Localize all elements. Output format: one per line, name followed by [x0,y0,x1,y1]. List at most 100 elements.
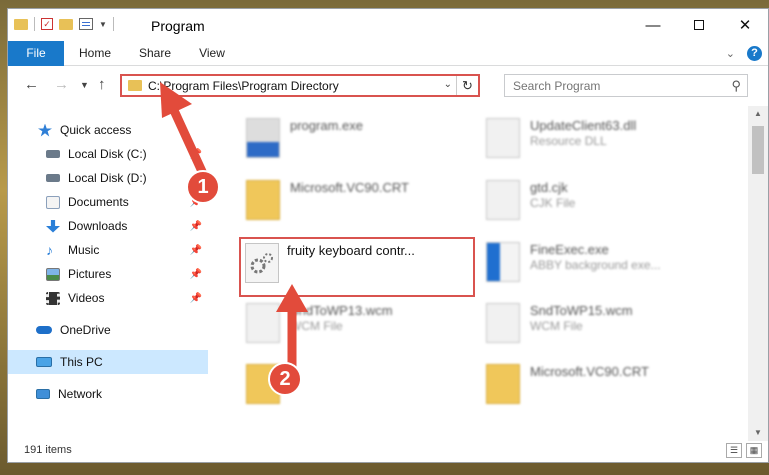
gear-file-icon [245,243,279,283]
divider [112,17,114,31]
sidebar-item-onedrive[interactable]: OneDrive [8,318,208,342]
folder-file-icon [486,364,520,404]
explorer-window: ✓ ▼ Program — ✕ File Home Share View ⌄ ?… [7,8,769,463]
drive-icon [46,174,60,182]
file-name: UpdateClient63.dll [530,118,637,133]
large-icons-view-icon[interactable]: ▦ [746,443,762,458]
sidebar-item-documents[interactable]: Documents 📌 [8,190,208,214]
cloud-icon [36,326,52,334]
ribbon-right-controls: ⌄ ? [726,46,762,61]
documents-icon [46,195,60,209]
status-bar: 191 items ☰ ▦ [8,440,768,462]
refresh-icon[interactable]: ↻ [456,76,478,95]
file-name: gtd.cjk [530,180,568,195]
maximize-button[interactable] [676,9,722,41]
file-item[interactable]: gtd.cjk CJK File [458,176,688,236]
document-file-icon [486,180,520,220]
file-item[interactable]: Microsoft.VC90.CRT [218,176,448,236]
divider [34,17,35,31]
sidebar-item-label: Videos [68,291,105,305]
close-button[interactable]: ✕ [722,9,768,41]
tab-file[interactable]: File [8,41,64,66]
file-item[interactable]: UpdateClient63.dll Resource DLL [458,114,688,174]
computer-icon [36,357,52,367]
file-item[interactable]: SndToWP13.wcm WCM File [218,299,448,359]
music-icon: ♪ [46,241,53,258]
recent-locations-chevron-icon[interactable]: ▼ [80,80,89,90]
sidebar-item-label: Network [58,387,103,401]
vertical-scrollbar[interactable]: ▲ ▼ [748,106,768,441]
file-type: ABBY background exe... [530,258,661,272]
maximize-icon [694,20,704,30]
sidebar-item-music[interactable]: ♪ Music 📌 [8,238,208,262]
sidebar-item-network[interactable]: Network [8,382,208,406]
sidebar-item-label: Documents [68,195,129,209]
network-icon [36,389,50,399]
item-count: 191 items [24,444,72,456]
checkmark-icon[interactable]: ✓ [41,18,53,30]
scroll-down-arrow-icon[interactable]: ▼ [748,425,768,441]
sidebar-item-label: Pictures [68,267,112,281]
tab-share[interactable]: Share [130,41,180,66]
up-arrow-icon[interactable]: ↑ [98,76,106,93]
step-badge-2: 2 [268,362,302,396]
pin-icon[interactable]: 📌 [190,293,202,304]
pin-icon[interactable]: 📌 [190,269,202,280]
properties-icon[interactable] [79,18,93,30]
sidebar-item-label: Local Disk (C:) [68,147,147,161]
sidebar-item-videos[interactable]: Videos 📌 [8,286,208,310]
file-item[interactable]: SndToWP15.wcm WCM File [458,299,688,359]
address-history-chevron-icon[interactable]: ⌄ [444,79,452,90]
forward-arrow-icon[interactable]: → [54,76,69,93]
file-type: Resource DLL [530,134,607,148]
sidebar-item-downloads[interactable]: Downloads 📌 [8,214,208,238]
drive-icon [46,150,60,158]
annotation-arrow-up [276,284,308,371]
sidebar-item-label: Quick access [60,123,132,137]
file-name: Microsoft.VC90.CRT [530,364,649,379]
tab-view[interactable]: View [188,41,236,66]
ribbon-tabs: File Home Share View ⌄ ? [8,41,768,66]
pictures-icon [46,267,60,281]
file-name: FineExec.exe [530,242,609,257]
minimize-button[interactable]: — [630,9,676,41]
pin-icon[interactable]: 📌 [190,245,202,256]
scroll-up-arrow-icon[interactable]: ▲ [748,106,768,122]
search-icon: ⚲ [731,78,741,93]
file-type: CJK File [530,196,576,210]
file-item[interactable]: Microsoft.VC90.CRT [458,360,688,420]
gear-icon [250,253,273,274]
sidebar-item-label: Downloads [68,219,128,233]
exe-file-icon [246,118,280,158]
sidebar-item-label: OneDrive [60,323,111,337]
folder-icon [14,18,28,30]
title-bar: ✓ ▼ Program — ✕ [8,9,768,41]
dll-file-icon [486,118,520,158]
step-badge-1: 1 [186,170,220,204]
tab-home[interactable]: Home [70,41,120,66]
file-item[interactable] [218,360,448,420]
exe-file-icon [486,242,520,282]
sidebar-item-this-pc[interactable]: This PC [8,350,208,374]
quick-access-toolbar: ✓ ▼ [14,17,114,31]
expand-ribbon-chevron-icon[interactable]: ⌄ [726,47,735,60]
window-title: Program [151,18,205,34]
new-folder-icon[interactable] [59,18,73,30]
pin-icon[interactable]: 📌 [190,221,202,232]
scroll-thumb[interactable] [752,126,764,174]
sidebar-item-pictures[interactable]: Pictures 📌 [8,262,208,286]
sidebar-item-label: Local Disk (D:) [68,171,147,185]
back-arrow-icon[interactable]: ← [24,76,39,93]
search-box[interactable]: ⚲ [504,74,748,97]
customize-toolbar-chevron-icon[interactable]: ▼ [99,20,107,29]
file-item[interactable]: FineExec.exe ABBY background exe... [458,238,688,298]
help-icon[interactable]: ? [747,46,762,61]
details-view-icon[interactable]: ☰ [726,443,742,458]
file-name: fruity keyboard contr... [287,243,415,258]
sidebar-item-label: This PC [60,355,103,369]
file-item[interactable]: program.exe [218,114,448,174]
search-input[interactable] [513,78,713,93]
download-icon [46,219,60,233]
navigation-bar: ← → ▼ ↑ C:\Program Files\Program Directo… [8,66,768,106]
folder-file-icon [246,180,280,220]
